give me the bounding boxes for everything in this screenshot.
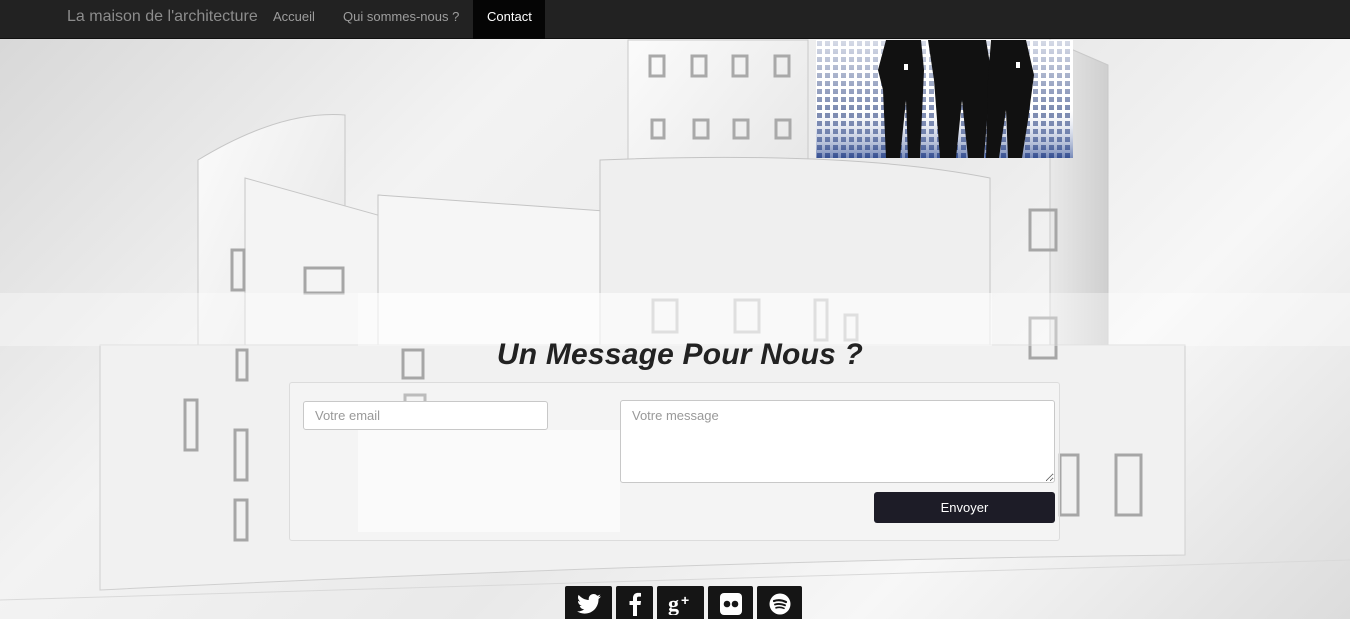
nav-link-qui-sommes-nous[interactable]: Qui sommes-nous ? [329, 0, 473, 39]
top-navbar: La maison de l'architecture Accueil Qui … [0, 0, 1350, 39]
twitter-link[interactable] [565, 586, 612, 619]
facebook-link[interactable] [616, 586, 653, 619]
team-image [816, 40, 1073, 158]
facebook-icon [629, 592, 641, 616]
nav-link-contact[interactable]: Contact [473, 0, 545, 39]
flickr-icon [719, 593, 742, 615]
nav-link-accueil[interactable]: Accueil [259, 0, 329, 39]
message-textarea[interactable] [620, 400, 1055, 483]
flickr-link[interactable] [708, 586, 753, 619]
email-input[interactable] [303, 401, 548, 430]
google-plus-icon: g + [668, 593, 694, 615]
form-background-panel [358, 430, 620, 532]
contact-title: Un Message Pour Nous ? [496, 338, 864, 371]
spotify-icon [769, 593, 791, 615]
svg-text:+: + [681, 593, 689, 608]
spotify-link[interactable] [757, 586, 802, 619]
twitter-icon [576, 594, 601, 614]
site-brand[interactable]: La maison de l'architecture [67, 8, 258, 26]
svg-text:g: g [668, 593, 679, 615]
google-plus-link[interactable]: g + [657, 586, 704, 619]
send-button[interactable]: Envoyer [874, 492, 1055, 523]
